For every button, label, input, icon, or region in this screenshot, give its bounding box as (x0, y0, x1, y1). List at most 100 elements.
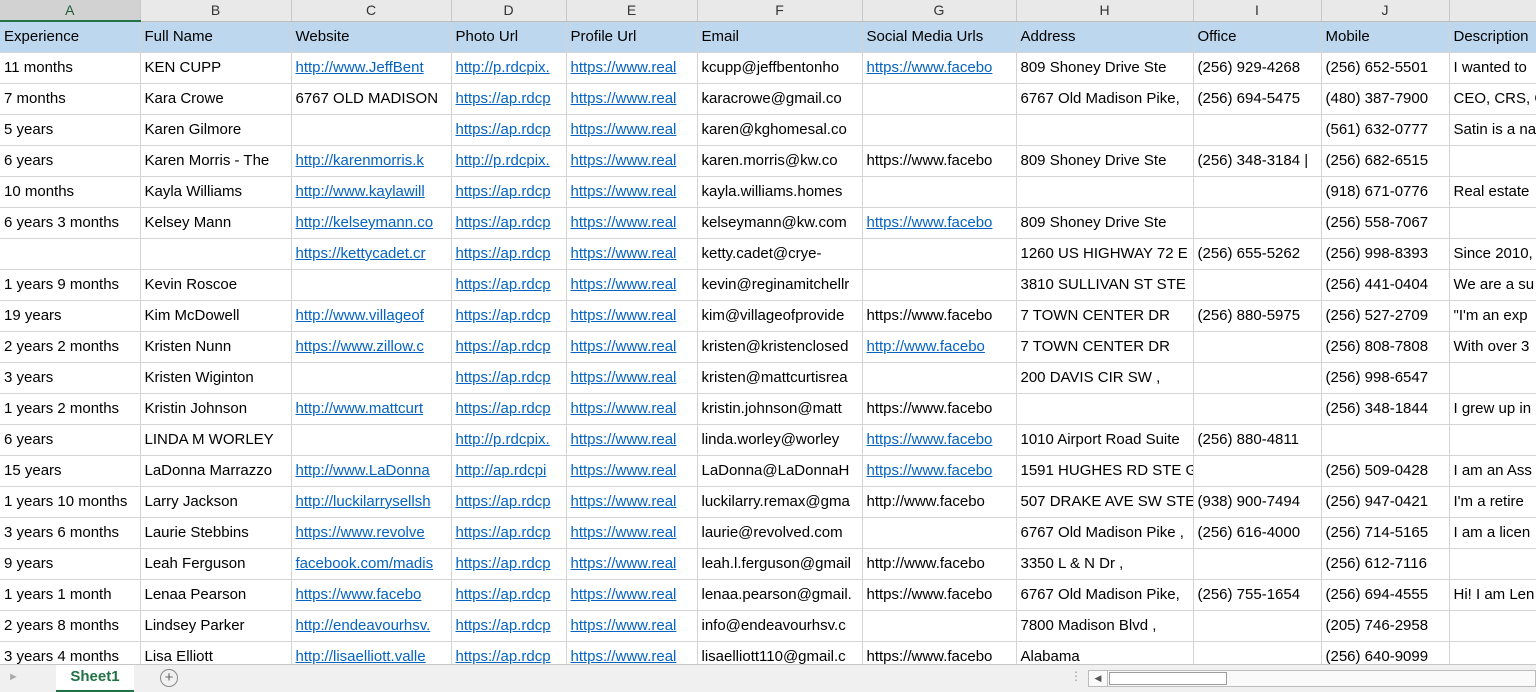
cell[interactable]: 3350 L & N Dr , (1016, 548, 1194, 580)
cell[interactable]: (938) 900-7494 (1193, 486, 1322, 518)
cell[interactable] (1449, 424, 1536, 456)
cell[interactable]: Kim McDowell (140, 300, 292, 332)
column-header-d[interactable]: D (451, 0, 567, 22)
cell-link[interactable]: https://www.facebo (867, 59, 993, 76)
sheet-nav-left-icon[interactable]: ► (8, 671, 19, 685)
cell-link[interactable]: https://kettycadet.cr (296, 245, 426, 262)
cell[interactable]: 6 years 3 months (0, 207, 141, 239)
cell[interactable]: https://www.real (566, 517, 698, 549)
column-header-i[interactable]: I (1193, 0, 1322, 22)
cell-link[interactable]: http://lisaelliott.valle (296, 648, 426, 664)
cell[interactable]: (256) 612-7116 (1321, 548, 1450, 580)
header-cell[interactable]: Social Media Urls (862, 21, 1017, 53)
header-cell[interactable]: Email (697, 21, 863, 53)
cell-link[interactable]: http://karenmorris.k (296, 152, 424, 169)
cell[interactable]: 10 months (0, 176, 141, 208)
cell[interactable]: 1 years 1 month (0, 579, 141, 611)
cell-link[interactable]: http://luckilarrysellsh (296, 493, 431, 510)
cell[interactable] (1449, 548, 1536, 580)
cell-link[interactable]: https://www.zillow.c (296, 338, 424, 355)
cell[interactable] (1449, 362, 1536, 394)
cell-link[interactable]: http://endeavourhsv. (296, 617, 431, 634)
cell[interactable]: (256) 880-5975 (1193, 300, 1322, 332)
cell[interactable]: 1010 Airport Road Suite (1016, 424, 1194, 456)
cell[interactable]: https://www.real (566, 641, 698, 664)
cell[interactable]: https://ap.rdcp (451, 548, 567, 580)
cell[interactable]: (256) 509-0428 (1321, 455, 1450, 487)
cell[interactable]: 3810 SULLIVAN ST STE (1016, 269, 1194, 301)
cell-link[interactable]: https://www.real (571, 245, 677, 262)
cell[interactable]: http://p.rdcpix. (451, 424, 567, 456)
cell-link[interactable]: https://www.real (571, 276, 677, 293)
plus-circle-icon[interactable]: + (160, 669, 178, 687)
cell[interactable]: Lisa Elliott (140, 641, 292, 664)
cell[interactable] (0, 238, 141, 270)
cell[interactable]: Kelsey Mann (140, 207, 292, 239)
cell[interactable]: kayla.williams.homes (697, 176, 863, 208)
cell-link[interactable]: https://ap.rdcp (456, 276, 551, 293)
cell[interactable]: We are a su (1449, 269, 1536, 301)
cell[interactable]: LaDonna Marrazzo (140, 455, 292, 487)
cell[interactable]: 1 years 2 months (0, 393, 141, 425)
cell[interactable] (1193, 610, 1322, 642)
cell-link[interactable]: https://www.real (571, 183, 677, 200)
cell[interactable]: https://www.real (566, 579, 698, 611)
cell-link[interactable]: https://ap.rdcp (456, 648, 551, 664)
cell[interactable]: Hi! I am Len (1449, 579, 1536, 611)
cell[interactable]: https://www.real (566, 207, 698, 239)
cell[interactable]: http://www.LaDonna (291, 455, 452, 487)
column-header-k[interactable] (1449, 0, 1536, 22)
column-header-h[interactable]: H (1016, 0, 1194, 22)
cell-link[interactable]: https://www.real (571, 431, 677, 448)
cell-link[interactable]: https://www.revolve (296, 524, 425, 541)
cell-link[interactable]: http://www.facebo (867, 338, 985, 355)
cell[interactable]: 6767 Old Madison Pike, (1016, 83, 1194, 115)
cell[interactable] (1449, 610, 1536, 642)
cell[interactable]: https://www.real (566, 52, 698, 84)
cell[interactable]: Alabama (1016, 641, 1194, 664)
cell[interactable]: I grew up in (1449, 393, 1536, 425)
cell[interactable]: Satin is a na (1449, 114, 1536, 146)
cell[interactable]: https://www.real (566, 300, 698, 332)
cell[interactable]: (256) 694-5475 (1193, 83, 1322, 115)
cell[interactable]: https://ap.rdcp (451, 486, 567, 518)
cell[interactable]: Lindsey Parker (140, 610, 292, 642)
cell[interactable] (1193, 176, 1322, 208)
cell[interactable]: luckilarry.remax@gma (697, 486, 863, 518)
cell-link[interactable]: https://www.real (571, 369, 677, 386)
cell[interactable] (1016, 176, 1194, 208)
cell-link[interactable]: https://ap.rdcp (456, 617, 551, 634)
cell[interactable] (140, 238, 292, 270)
cell[interactable]: http://kelseymann.co (291, 207, 452, 239)
header-cell[interactable]: Experience (0, 21, 141, 53)
cell[interactable] (291, 424, 452, 456)
cell[interactable]: karen.morris@kw.co (697, 145, 863, 177)
cell[interactable]: http://www.facebo (862, 331, 1017, 363)
cell[interactable]: (256) 655-5262 (1193, 238, 1322, 270)
cell-link[interactable]: https://www.facebo (867, 214, 993, 231)
cell[interactable]: https://www.zillow.c (291, 331, 452, 363)
cell-link[interactable]: https://ap.rdcp (456, 369, 551, 386)
cell[interactable]: (256) 947-0421 (1321, 486, 1450, 518)
cell[interactable]: Real estate (1449, 176, 1536, 208)
cell[interactable]: https://www.real (566, 455, 698, 487)
cell[interactable]: (480) 387-7900 (1321, 83, 1450, 115)
cell[interactable]: https://www.facebo (291, 579, 452, 611)
cell[interactable] (291, 114, 452, 146)
cell[interactable]: https://www.real (566, 486, 698, 518)
cell[interactable]: I am an Ass (1449, 455, 1536, 487)
cell[interactable]: kim@villageofprovide (697, 300, 863, 332)
cell[interactable]: Leah Ferguson (140, 548, 292, 580)
column-header-j[interactable]: J (1321, 0, 1450, 22)
cell[interactable]: (256) 998-6547 (1321, 362, 1450, 394)
cell[interactable]: https://ap.rdcp (451, 238, 567, 270)
cell[interactable] (1193, 548, 1322, 580)
column-header-c[interactable]: C (291, 0, 452, 22)
cell[interactable]: Kristen Wiginton (140, 362, 292, 394)
cell[interactable]: 809 Shoney Drive Ste (1016, 52, 1194, 84)
cell-link[interactable]: https://www.real (571, 648, 677, 664)
cell[interactable] (291, 269, 452, 301)
cell-link[interactable]: https://www.real (571, 524, 677, 541)
cell[interactable]: LINDA M WORLEY (140, 424, 292, 456)
sheet-tab-sheet1[interactable]: Sheet1 (56, 665, 134, 692)
